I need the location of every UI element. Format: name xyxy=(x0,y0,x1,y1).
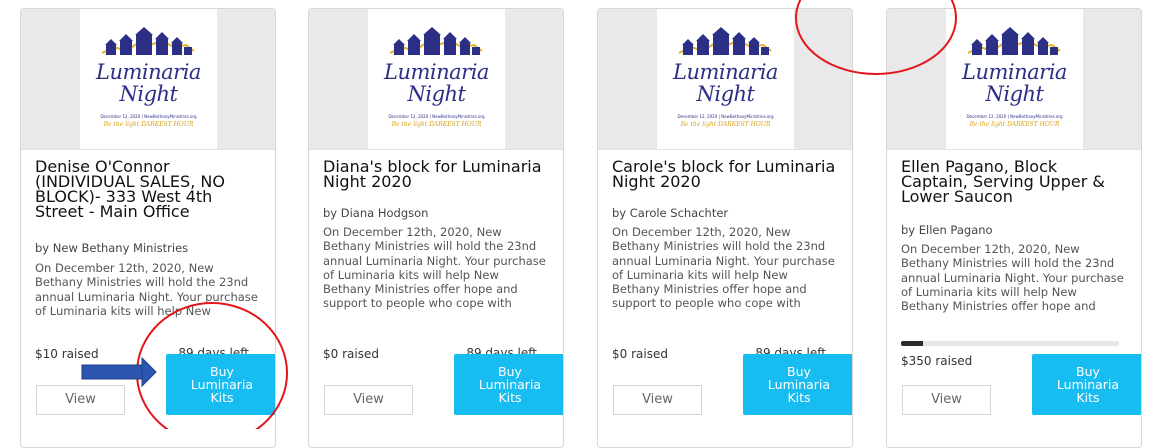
amount-raised: $0 raised xyxy=(612,347,668,361)
houses-icon xyxy=(678,27,772,55)
logo-date: December 12, 2020 | NewBethanyMinistries… xyxy=(966,114,1063,119)
luminaria-night-logo: Luminaria Night December 12, 2020 | NewB… xyxy=(657,9,794,149)
card-image[interactable]: Luminaria Night December 12, 2020 | NewB… xyxy=(887,9,1141,150)
logo-word-night: Night xyxy=(407,82,467,106)
card-description: On December 12th, 2020, New Bethany Mini… xyxy=(901,242,1124,314)
card-author: by Diana Hodgson xyxy=(323,206,429,220)
campaign-card: Luminaria Night December 12, 2020 | NewB… xyxy=(886,8,1142,448)
buy-luminaria-kits-button[interactable]: Buy Luminaria Kits xyxy=(1032,354,1141,415)
buy-luminaria-kits-button[interactable]: Buy Luminaria Kits xyxy=(166,354,275,415)
houses-icon xyxy=(101,27,195,55)
luminaria-night-logo: Luminaria Night December 12, 2020 | NewB… xyxy=(946,9,1083,149)
card-image[interactable]: Luminaria Night December 12, 2020 | NewB… xyxy=(598,9,852,150)
card-description: On December 12th, 2020, New Bethany Mini… xyxy=(612,225,835,311)
funding-progress-bar xyxy=(901,341,1119,346)
luminaria-night-logo: Luminaria Night December 12, 2020 | NewB… xyxy=(368,9,505,149)
view-button[interactable]: View xyxy=(36,385,125,415)
logo-tagline: Be the light DARKEST HOUR xyxy=(391,121,482,128)
logo-word-luminaria: Luminaria xyxy=(96,60,201,84)
view-button[interactable]: View xyxy=(324,385,413,415)
campaign-card: Luminaria Night December 12, 2020 | NewB… xyxy=(597,8,853,448)
logo-word-luminaria: Luminaria xyxy=(673,60,778,84)
logo-word-night: Night xyxy=(119,82,179,106)
buy-luminaria-kits-button[interactable]: Buy Luminaria Kits xyxy=(454,354,563,415)
card-title[interactable]: Ellen Pagano, Block Captain, Serving Upp… xyxy=(901,159,1129,205)
logo-tagline: Be the light DARKEST HOUR xyxy=(969,121,1060,128)
card-image[interactable]: Luminaria Night December 12, 2020 | NewB… xyxy=(309,9,563,150)
card-title[interactable]: Diana's block for Luminaria Night 2020 xyxy=(323,159,551,190)
card-description: On December 12th, 2020, New Bethany Mini… xyxy=(35,261,258,319)
amount-raised: $0 raised xyxy=(323,347,379,361)
buy-label-line-3: Kits xyxy=(787,390,811,405)
amount-raised: $10 raised xyxy=(35,347,99,361)
logo-word-luminaria: Luminaria xyxy=(384,60,489,84)
logo-date: December 12, 2020 | NewBethanyMinistries… xyxy=(388,114,485,119)
buy-luminaria-kits-button[interactable]: Buy Luminaria Kits xyxy=(743,354,852,415)
campaign-card: Luminaria Night December 12, 2020 | NewB… xyxy=(20,8,276,448)
card-author: by Ellen Pagano xyxy=(901,223,993,237)
buy-label-line-3: Kits xyxy=(1076,390,1100,405)
card-author: by Carole Schachter xyxy=(612,206,729,220)
card-title[interactable]: Denise O'Connor (INDIVIDUAL SALES, NO BL… xyxy=(35,159,263,220)
logo-word-night: Night xyxy=(985,82,1045,106)
card-title[interactable]: Carole's block for Luminaria Night 2020 xyxy=(612,159,840,190)
logo-date: December 12, 2020 | NewBethanyMinistries… xyxy=(100,114,197,119)
logo-tagline: Be the light DARKEST HOUR xyxy=(103,121,194,128)
view-button[interactable]: View xyxy=(902,385,991,415)
houses-icon xyxy=(389,27,483,55)
card-description: On December 12th, 2020, New Bethany Mini… xyxy=(323,225,546,311)
houses-icon xyxy=(967,27,1061,55)
campaign-card: Luminaria Night December 12, 2020 | NewB… xyxy=(308,8,564,448)
logo-word-night: Night xyxy=(696,82,756,106)
card-image[interactable]: Luminaria Night December 12, 2020 | NewB… xyxy=(21,9,275,150)
view-button[interactable]: View xyxy=(613,385,702,415)
funding-progress-fill xyxy=(901,341,923,346)
amount-raised: $350 raised xyxy=(901,354,973,368)
buy-label-line-3: Kits xyxy=(210,390,234,405)
card-author: by New Bethany Ministries xyxy=(35,241,189,255)
logo-tagline: Be the light DARKEST HOUR xyxy=(680,121,771,128)
logo-word-luminaria: Luminaria xyxy=(962,60,1067,84)
luminaria-night-logo: Luminaria Night December 12, 2020 | NewB… xyxy=(80,9,217,149)
buy-label-line-3: Kits xyxy=(498,390,522,405)
logo-date: December 12, 2020 | NewBethanyMinistries… xyxy=(677,114,774,119)
